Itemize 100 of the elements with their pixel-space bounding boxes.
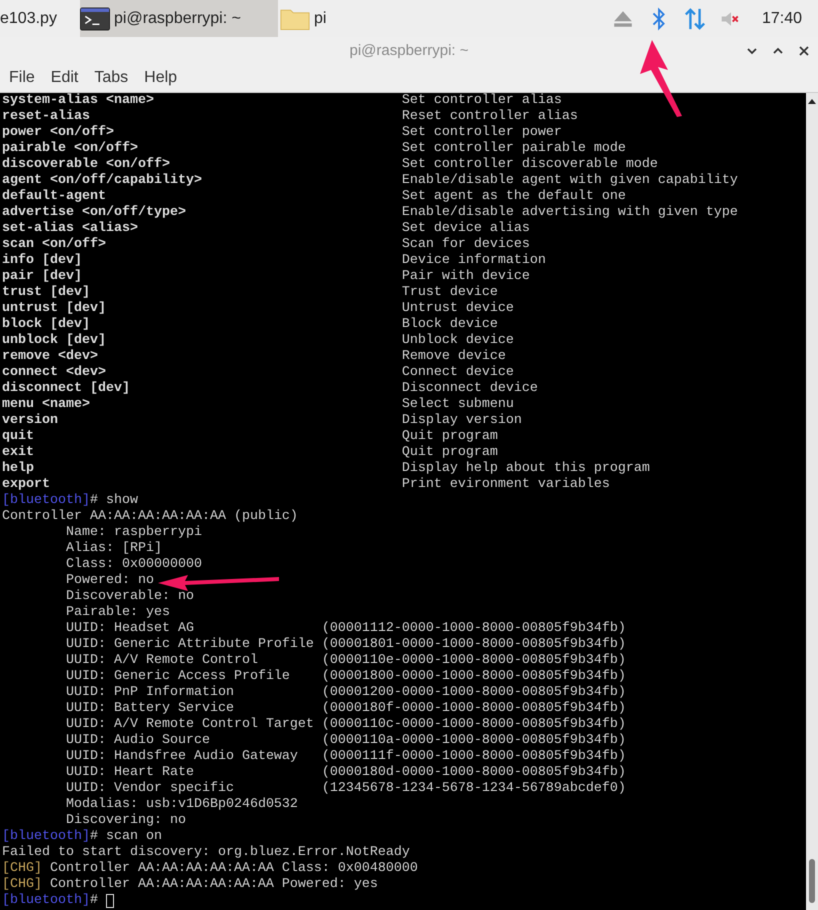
uuid-name: UUID: Generic Attribute Profile xyxy=(66,637,315,653)
output-line: Discoverable: no xyxy=(66,589,194,605)
help-description: Enable/disable advertising with given type xyxy=(402,205,738,221)
help-command: advertise <on/off/type> xyxy=(2,205,187,221)
scroll-up-icon[interactable] xyxy=(807,97,817,105)
help-command: scan <on/off> xyxy=(2,237,107,253)
taskbar-button[interactable]: pi xyxy=(280,0,478,37)
help-command: power <on/off> xyxy=(2,125,115,141)
output-line: Controller AA:AA:AA:AA:AA:AA (public) xyxy=(2,509,298,525)
terminal-icon xyxy=(80,6,110,30)
uuid-name: UUID: PnP Information xyxy=(66,685,235,701)
help-description: Set agent as the default one xyxy=(402,189,626,205)
help-description: Pair with device xyxy=(402,269,530,285)
help-command: remove <dev> xyxy=(2,349,99,365)
shell-command: # scan on xyxy=(90,829,162,845)
help-command: pairable <on/off> xyxy=(2,141,139,157)
shell-prompt: [bluetooth] xyxy=(2,893,90,909)
help-description: Quit program xyxy=(402,445,498,461)
help-description: Set controller alias xyxy=(402,93,562,109)
help-command: quit xyxy=(2,429,35,445)
close-icon[interactable] xyxy=(798,45,810,57)
uuid-value: (0000110e-0000-1000-8000-00805f9b34fb) xyxy=(322,653,626,669)
uuid-name: UUID: A/V Remote Control xyxy=(66,653,259,669)
uuid-value: (12345678-1234-5678-1234-56789abcdef0) xyxy=(322,781,626,797)
uuid-value: (00001800-0000-1000-8000-00805f9b34fb) xyxy=(322,669,626,685)
uuid-value: (00001112-0000-1000-8000-00805f9b34fb) xyxy=(322,621,626,637)
help-command: export xyxy=(2,477,51,493)
help-command: discoverable <on/off> xyxy=(2,157,171,173)
help-description: Display help about this program xyxy=(402,461,650,477)
help-command: disconnect [dev] xyxy=(2,381,131,397)
uuid-name: UUID: Battery Service xyxy=(66,701,235,717)
output-line: Controller AA:AA:AA:AA:AA:AA Class: 0x00480000 xyxy=(50,861,418,877)
help-command: unblock [dev] xyxy=(2,333,107,349)
shell-command: # xyxy=(90,893,98,909)
help-command: version xyxy=(2,413,59,429)
help-description: Scan for devices xyxy=(402,237,530,253)
help-description: Select submenu xyxy=(402,397,514,413)
help-description: Trust device xyxy=(402,285,498,301)
help-description: Reset controller alias xyxy=(402,109,578,125)
help-description: Set controller discoverable mode xyxy=(402,157,658,173)
help-command: menu <name> xyxy=(2,397,91,413)
menu-item[interactable]: Tabs xyxy=(94,69,128,87)
window-title: pi@raspberrypi: ~ xyxy=(349,42,469,59)
help-command: info [dev] xyxy=(2,253,83,269)
shell-prompt: [bluetooth] xyxy=(2,829,90,845)
uuid-name: UUID: Vendor specific xyxy=(66,781,235,797)
uuid-value: (0000180f-0000-1000-8000-00805f9b34fb) xyxy=(322,701,626,717)
taskbar-button[interactable]: pi@raspberrypi: ~ xyxy=(80,0,278,37)
uuid-value: (0000110c-0000-1000-8000-00805f9b34fb) xyxy=(322,717,626,733)
menu-item[interactable]: File xyxy=(9,69,35,87)
output-line: Alias: [RPi] xyxy=(66,541,162,557)
help-description: Block device xyxy=(402,317,498,333)
scrollbar-thumb[interactable] xyxy=(809,859,815,903)
help-description: Print evironment variables xyxy=(402,477,610,493)
change-tag: [CHG] xyxy=(2,861,42,877)
shell-command: # show xyxy=(90,493,138,509)
help-description: Device information xyxy=(402,253,546,269)
help-command: pair [dev] xyxy=(2,269,83,285)
output-line: Modalias: usb:v1D6Bp0246d0532 xyxy=(66,797,298,813)
uuid-name: UUID: Headset AG xyxy=(66,621,195,637)
uuid-name: UUID: Handsfree Audio Gateway xyxy=(66,749,299,765)
clock: 17:40 xyxy=(762,10,802,28)
text-cursor xyxy=(106,894,114,908)
network-arrows-icon[interactable] xyxy=(684,6,706,30)
help-description: Set device alias xyxy=(402,221,530,237)
help-description: Set controller pairable mode xyxy=(402,141,626,157)
uuid-name: UUID: A/V Remote Control Target xyxy=(66,717,315,733)
help-command: help xyxy=(2,461,35,477)
folder-icon xyxy=(280,6,310,30)
help-description: Disconnect device xyxy=(402,381,538,397)
uuid-name: UUID: Audio Source xyxy=(66,733,211,749)
help-description: Display version xyxy=(402,413,522,429)
output-line: Pairable: yes xyxy=(66,605,170,621)
output-line: Class: 0x00000000 xyxy=(66,557,202,573)
help-command: system-alias <name> xyxy=(2,93,155,109)
output-line: Controller AA:AA:AA:AA:AA:AA Powered: yes xyxy=(50,877,378,893)
help-description: Enable/disable agent with given capability xyxy=(402,173,738,189)
help-description: Connect device xyxy=(402,365,514,381)
uuid-value: (0000110a-0000-1000-8000-00805f9b34fb) xyxy=(322,733,626,749)
menu-item[interactable]: Edit xyxy=(50,69,78,87)
shell-prompt: [bluetooth] xyxy=(2,493,90,509)
output-line: Failed to start discovery: org.bluez.Error.NotReady xyxy=(2,845,410,861)
help-description: Set controller power xyxy=(402,125,562,141)
help-description: Quit program xyxy=(402,429,498,445)
uuid-value: (00001200-0000-1000-8000-00805f9b34fb) xyxy=(322,685,626,701)
taskbar-button[interactable]: e103.py xyxy=(0,0,78,37)
help-command: untrust [dev] xyxy=(2,301,107,317)
help-command: agent <on/off/capability> xyxy=(2,173,203,189)
help-command: reset-alias xyxy=(2,109,91,125)
uuid-name: UUID: Generic Access Profile xyxy=(66,669,291,685)
scrollbar[interactable] xyxy=(806,93,818,910)
help-command: default-agent xyxy=(2,189,107,205)
help-command: connect <dev> xyxy=(2,365,107,381)
change-tag: [CHG] xyxy=(2,877,42,893)
uuid-value: (0000180d-0000-1000-8000-00805f9b34fb) xyxy=(322,765,626,781)
uuid-value: (00001801-0000-1000-8000-00805f9b34fb) xyxy=(322,637,626,653)
help-description: Untrust device xyxy=(402,301,514,317)
menu-item[interactable]: Help xyxy=(144,69,178,87)
help-command: exit xyxy=(2,445,35,461)
help-command: trust [dev] xyxy=(2,285,91,301)
